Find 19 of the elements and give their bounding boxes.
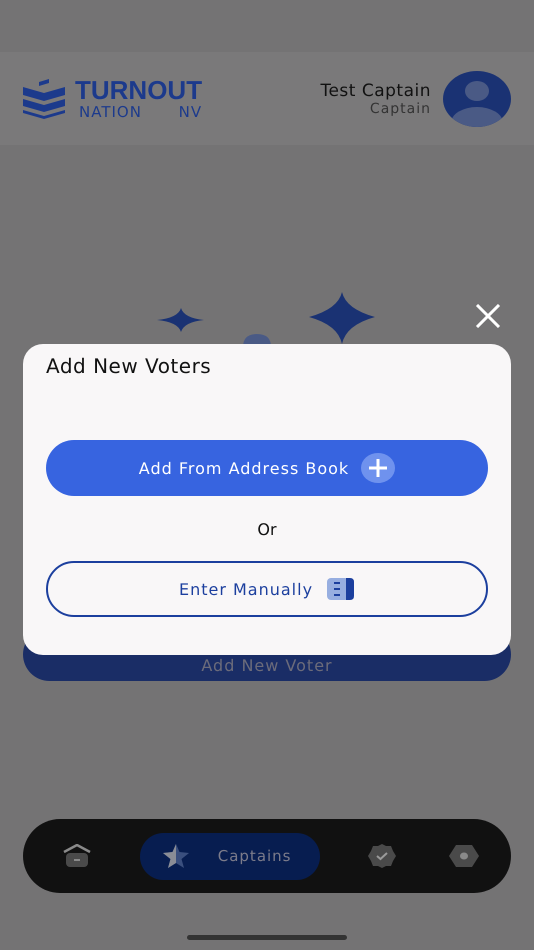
notebook-icon [327, 578, 356, 600]
avatar-icon[interactable] [443, 70, 511, 126]
hexagon-icon [449, 845, 479, 867]
home-icon [63, 844, 91, 868]
plus-icon [361, 453, 396, 483]
star-icon [162, 843, 190, 869]
nav-tab[interactable]: Captains [140, 832, 320, 880]
user-name: Test Captain [320, 80, 431, 100]
close-icon[interactable] [475, 304, 501, 328]
logo-region: NV [178, 102, 202, 120]
check-badge-icon [368, 844, 396, 868]
user-role: Captain [370, 100, 431, 116]
modal-title: Add New Voters [46, 354, 212, 378]
logo-icon [23, 78, 65, 118]
logo-title: TURNOUT [75, 76, 202, 102]
logo-subtitle: NATION [79, 102, 142, 120]
separator-text: Or [257, 520, 277, 539]
add-from-address-book-button[interactable]: Add From Address Book [46, 440, 488, 496]
enter-manually-button[interactable]: Enter Manually [46, 561, 488, 617]
